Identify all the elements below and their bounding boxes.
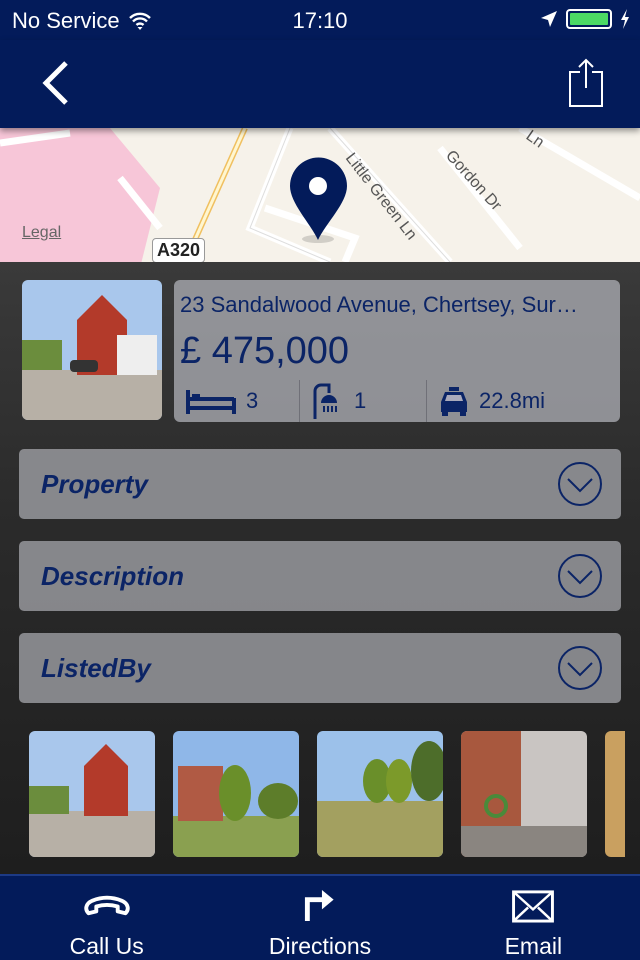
- phone-icon: [83, 895, 130, 916]
- photo-gallery[interactable]: [0, 731, 640, 857]
- tab-label: Directions: [268, 933, 372, 959]
- bed-icon: [186, 390, 236, 414]
- section-description[interactable]: Description: [19, 541, 621, 611]
- chevron-down-icon: [558, 462, 602, 506]
- gallery-photo[interactable]: [461, 731, 587, 857]
- address: 23 Sandalwood Avenue, Chertsey, Sur…: [180, 292, 578, 317]
- email-button[interactable]: Email: [427, 876, 640, 960]
- price: £ 475,000: [180, 330, 350, 372]
- location-arrow-icon: [541, 11, 557, 27]
- street-label: Gordon Dr: [442, 147, 505, 214]
- map-pin-icon: [290, 157, 347, 240]
- main-photo[interactable]: [22, 280, 162, 420]
- property-details: 23 Sandalwood Avenue, Chertsey, Sur… £ 4…: [0, 262, 640, 874]
- section-property[interactable]: Property: [19, 449, 621, 519]
- distance-stat: 22.8mi: [427, 380, 545, 422]
- directions-button[interactable]: Directions: [213, 876, 426, 960]
- bedrooms-count: 3: [246, 388, 259, 413]
- chevron-down-icon: [558, 554, 602, 598]
- legal-link[interactable]: Legal: [22, 224, 61, 242]
- turn-right-icon: [304, 889, 334, 922]
- nav-bar: [0, 40, 640, 128]
- back-button[interactable]: [36, 58, 76, 108]
- tab-label: Call Us: [69, 933, 144, 959]
- gallery-photo[interactable]: [29, 731, 155, 857]
- call-us-button[interactable]: Call Us: [0, 876, 213, 960]
- bedrooms-stat: 3: [174, 380, 300, 422]
- gallery-photo[interactable]: [173, 731, 299, 857]
- share-button[interactable]: [568, 58, 604, 108]
- section-label: Property: [41, 469, 148, 499]
- bathrooms-count: 1: [354, 388, 367, 413]
- tab-bar: Call Us Directions Email: [0, 874, 640, 960]
- gallery-photo[interactable]: [605, 731, 625, 857]
- section-label: ListedBy: [41, 653, 151, 683]
- map-view[interactable]: Little Green Ln Gordon Dr Ln Legal A320: [0, 128, 640, 262]
- tab-label: Email: [504, 933, 563, 959]
- map-tiles: Little Green Ln Gordon Dr Ln: [0, 128, 640, 262]
- charging-icon: [621, 9, 629, 29]
- status-bar: No Service 17:10: [0, 0, 640, 40]
- street-label: Little Green Ln: [342, 150, 420, 243]
- section-listed-by[interactable]: ListedBy: [19, 633, 621, 703]
- shower-icon: [313, 383, 337, 419]
- listing-summary: 23 Sandalwood Avenue, Chertsey, Sur… £ 4…: [174, 280, 620, 422]
- section-label: Description: [41, 561, 185, 591]
- car-icon: [441, 387, 467, 416]
- battery-icon: [566, 9, 612, 29]
- road-shield: A320: [152, 238, 206, 262]
- chevron-down-icon: [558, 646, 602, 690]
- envelope-icon: [512, 890, 555, 923]
- gallery-photo[interactable]: [317, 731, 443, 857]
- distance-value: 22.8mi: [479, 388, 546, 413]
- bathrooms-stat: 1: [300, 380, 427, 422]
